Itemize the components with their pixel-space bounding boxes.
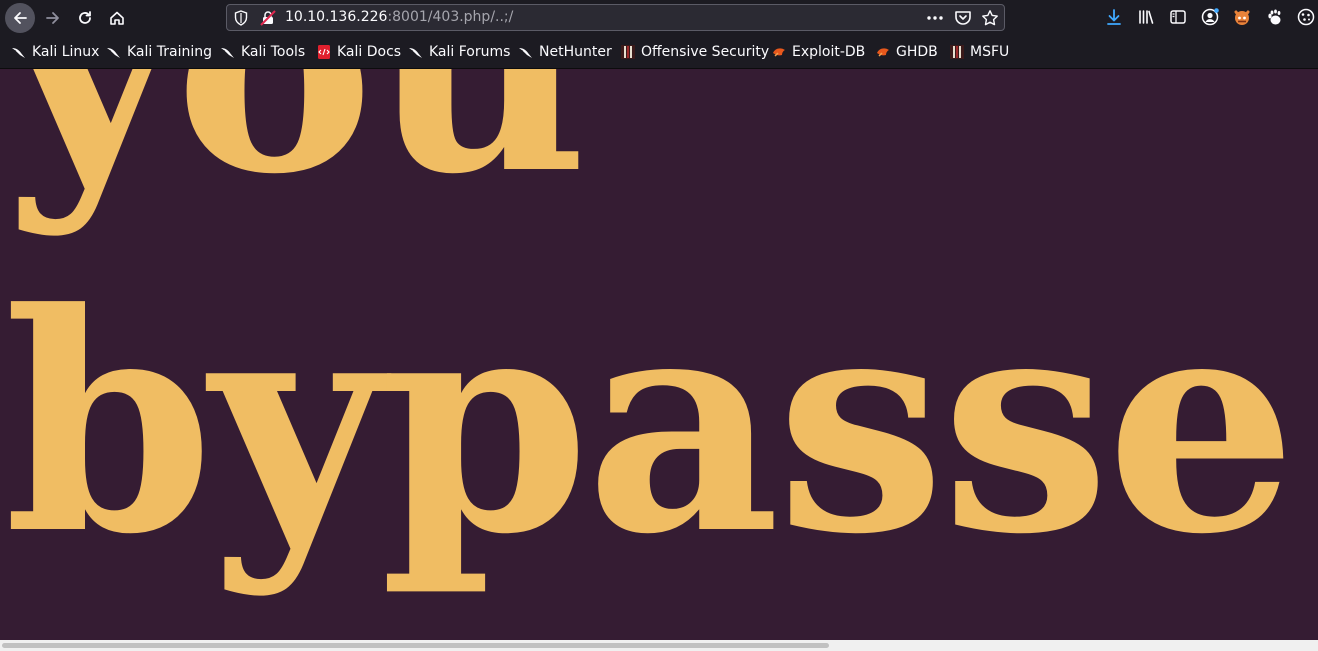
kali-dragon-icon [221,48,234,58]
kali-dragon-icon [519,48,532,58]
bookmark-offensive-security[interactable]: Offensive Security [620,43,769,61]
bookmark-kali-tools[interactable]: Kali Tools [220,43,305,61]
bookmark-label: NetHunter [539,44,612,60]
home-icon [110,11,124,25]
bookmark-kali-linux[interactable]: Kali Linux [11,43,99,61]
exploit-db-icon [877,48,889,57]
bookmark-label: GHDB [896,44,938,60]
sidebar-button[interactable] [1168,7,1188,27]
cookie-extension-button[interactable] [1296,7,1316,27]
forward-button[interactable] [38,3,68,33]
horizontal-scrollbar[interactable] [0,640,1318,651]
bookmark-nethunter[interactable]: NetHunter [518,43,612,61]
kali-dragon-icon [409,48,422,58]
kali-docs-icon [318,45,330,59]
library-icon [1139,10,1154,24]
bookmark-label: Kali Linux [32,44,100,60]
reload-icon [79,11,91,24]
fox-extension-button[interactable] [1232,7,1252,27]
forward-arrow-icon [46,12,59,24]
download-icon [1107,9,1121,25]
url-path: :8001/403.php/..;/ [387,9,514,25]
url-host: 10.10.136.226 [285,9,388,25]
scrollbar-thumb[interactable] [2,643,829,648]
tracking-protection-shield-icon[interactable] [234,10,248,30]
heading-line-2: bypasse [4,247,1297,600]
account-button[interactable] [1200,7,1220,27]
offsec-icon [621,45,635,59]
url-text[interactable]: 10.10.136.226:8001/403.php/..;/ [285,9,513,25]
reload-button[interactable] [70,3,100,33]
library-button[interactable] [1136,7,1156,27]
bookmark-label: Kali Docs [337,44,402,60]
back-button[interactable] [5,3,35,33]
kali-dragon-icon [12,48,25,58]
bookmark-msfu[interactable]: MSFU [949,43,1009,61]
star-icon[interactable] [981,9,999,31]
bookmark-kali-docs[interactable]: Kali Docs [316,43,401,61]
bookmark-ghdb[interactable]: GHDB [875,43,938,61]
offsec-icon [950,45,964,59]
bookmark-label: Kali Training [127,44,212,60]
cookie-extension-icon [1297,8,1315,26]
home-button[interactable] [102,3,132,33]
bookmarks-toolbar: Kali Linux Kali Training Kali Tools Kali… [0,35,1318,69]
bookmark-label: Offensive Security [641,44,770,60]
account-icon [1201,8,1219,26]
bookmark-label: MSFU [970,44,1010,60]
bookmark-label: Kali Tools [241,44,306,60]
kali-dragon-icon [107,48,120,58]
sidebar-icon [1170,10,1186,24]
insecure-connection-icon[interactable] [260,10,276,30]
downloads-button[interactable] [1104,7,1124,27]
navigation-toolbar: 10.10.136.226:8001/403.php/..;/ [0,0,1318,35]
url-bar[interactable]: 10.10.136.226:8001/403.php/..;/ [226,4,1005,31]
bookmark-label: Kali Forums [429,44,511,60]
bookmark-label: Exploit-DB [792,44,866,60]
fox-extension-icon [1234,10,1250,25]
gnome-extension-button[interactable] [1264,7,1284,27]
more-dots-icon[interactable] [926,10,944,30]
bookmark-kali-training[interactable]: Kali Training [106,43,212,61]
exploit-db-icon [773,48,785,57]
bookmark-kali-forums[interactable]: Kali Forums [408,43,510,61]
pocket-icon[interactable] [954,9,972,31]
heading-line-1: you [4,69,589,214]
gnome-extension-icon [1268,9,1281,25]
bookmark-exploit-db[interactable]: Exploit-DB [771,43,865,61]
back-arrow-icon [14,12,27,24]
page-content: you bypasse [0,69,1318,640]
